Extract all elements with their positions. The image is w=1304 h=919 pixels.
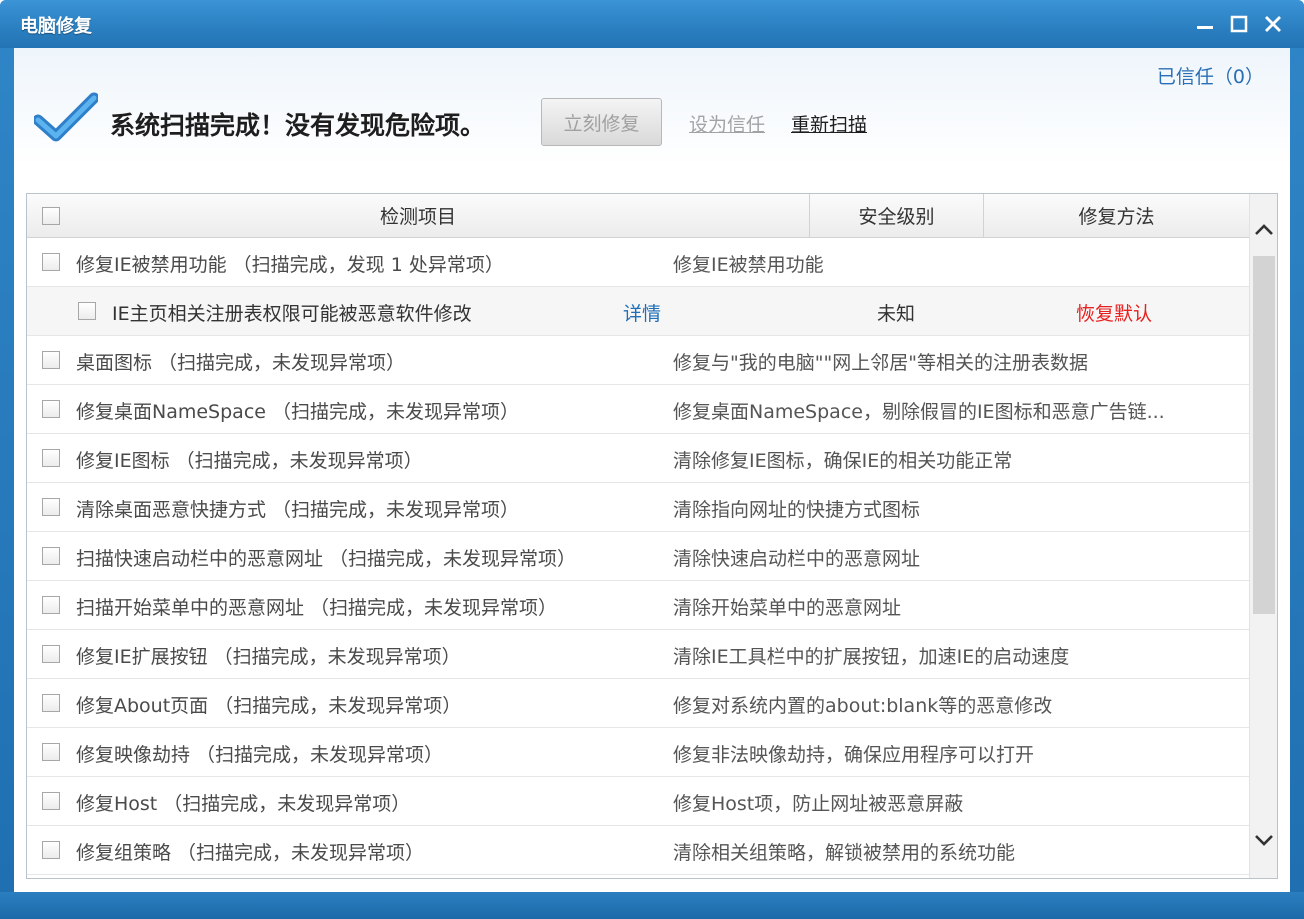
row-description: 修复Host项，防止网址被恶意屏蔽 xyxy=(673,793,964,815)
row-checkbox[interactable] xyxy=(42,694,60,712)
row-description: 清除相关组策略，解锁被禁用的系统功能 xyxy=(673,842,1016,864)
row-checkbox[interactable] xyxy=(42,841,60,859)
row-checkbox[interactable] xyxy=(42,449,60,467)
table-row[interactable]: 修复Host （扫描完成，未发现异常项） 修复Host项，防止网址被恶意屏蔽 xyxy=(27,777,1249,826)
table-row[interactable]: 修复桌面NameSpace （扫描完成，未发现异常项） 修复桌面NameSpac… xyxy=(27,385,1249,434)
row-description: 修复对系统内置的about:blank等的恶意修改 xyxy=(673,695,1053,717)
table-row[interactable]: 清除桌面恶意快捷方式 （扫描完成，未发现异常项） 清除指向网址的快捷方式图标 xyxy=(27,483,1249,532)
table-header: 检测项目 安全级别 修复方法 xyxy=(27,194,1249,238)
scroll-down-button[interactable] xyxy=(1250,826,1277,854)
chevron-down-icon xyxy=(1255,835,1273,846)
row-checkbox[interactable] xyxy=(42,547,60,565)
table-subrow[interactable]: IE主页相关注册表权限可能被恶意软件修改 详情 未知 恢复默认 xyxy=(27,287,1249,336)
vertical-scrollbar[interactable] xyxy=(1249,194,1277,878)
scroll-up-button[interactable] xyxy=(1250,216,1277,244)
row-description: 修复IE被禁用功能 xyxy=(673,254,824,276)
row-description: 清除修复IE图标，确保IE的相关功能正常 xyxy=(673,450,1013,472)
set-trust-link[interactable]: 设为信任 xyxy=(689,110,765,137)
row-name: 修复IE扩展按钮 （扫描完成，未发现异常项） xyxy=(76,646,461,668)
close-button[interactable] xyxy=(1256,8,1290,40)
row-checkbox[interactable] xyxy=(42,253,60,271)
table-body: 修复IE被禁用功能 （扫描完成，发现 1 处异常项） 修复IE被禁用功能 IE主… xyxy=(27,238,1249,875)
checkmark-icon xyxy=(32,92,100,148)
maximize-button[interactable] xyxy=(1222,8,1256,40)
column-header-item[interactable]: 检测项目 xyxy=(27,194,809,237)
column-header-fix[interactable]: 修复方法 xyxy=(983,194,1249,237)
row-name: 修复About页面 （扫描完成，未发现异常项） xyxy=(76,695,462,717)
row-checkbox[interactable] xyxy=(42,498,60,516)
scan-status-text: 系统扫描完成！没有发现危险项。 xyxy=(110,111,486,140)
subrow-checkbox[interactable] xyxy=(78,302,96,320)
app-window: 电脑修复 已信任（0） 系统扫描完成！没有发现危险项。 立刻修复 设为信任 重新… xyxy=(0,0,1304,919)
row-name: 修复IE被禁用功能 （扫描完成，发现 1 处异常项） xyxy=(76,254,504,276)
row-description: 清除指向网址的快捷方式图标 xyxy=(673,499,921,521)
row-description: 修复非法映像劫持，确保应用程序可以打开 xyxy=(673,744,1035,766)
table-row[interactable]: 扫描开始菜单中的恶意网址 （扫描完成，未发现异常项） 清除开始菜单中的恶意网址 xyxy=(27,581,1249,630)
row-checkbox[interactable] xyxy=(42,596,60,614)
row-checkbox[interactable] xyxy=(42,645,60,663)
rescan-link[interactable]: 重新扫描 xyxy=(791,110,867,137)
row-description: 修复与"我的电脑""网上邻居"等相关的注册表数据 xyxy=(673,352,1088,374)
main-panel: 已信任（0） 系统扫描完成！没有发现危险项。 立刻修复 设为信任 重新扫描 检测… xyxy=(14,48,1290,892)
row-name: 修复IE图标 （扫描完成，未发现异常项） xyxy=(76,450,423,472)
row-description: 清除快速启动栏中的恶意网址 xyxy=(673,548,921,570)
row-name: 扫描开始菜单中的恶意网址 （扫描完成，未发现异常项） xyxy=(76,597,558,619)
row-name: 清除桌面恶意快捷方式 （扫描完成，未发现异常项） xyxy=(76,499,520,521)
row-checkbox[interactable] xyxy=(42,743,60,761)
column-header-level[interactable]: 安全级别 xyxy=(809,194,983,237)
row-description: 修复桌面NameSpace，剔除假冒的IE图标和恶意广告链... xyxy=(673,401,1165,423)
restore-default-link[interactable]: 恢复默认 xyxy=(1076,299,1152,326)
row-description: 清除开始菜单中的恶意网址 xyxy=(673,597,902,619)
close-icon xyxy=(1265,16,1281,32)
row-checkbox[interactable] xyxy=(42,400,60,418)
row-checkbox[interactable] xyxy=(42,792,60,810)
window-bottom-border xyxy=(0,892,1304,919)
table-row[interactable]: 修复组策略 （扫描完成，未发现异常项） 清除相关组策略，解锁被禁用的系统功能 xyxy=(27,826,1249,875)
scrollbar-thumb[interactable] xyxy=(1253,256,1275,614)
scan-results-table: 检测项目 安全级别 修复方法 修复IE被禁用功能 （扫描完成，发现 1 处异常项… xyxy=(26,193,1278,879)
minimize-icon xyxy=(1197,26,1213,29)
table-row[interactable]: 修复IE扩展按钮 （扫描完成，未发现异常项） 清除IE工具栏中的扩展按钮，加速I… xyxy=(27,630,1249,679)
window-title: 电脑修复 xyxy=(20,16,92,37)
security-level: 未知 xyxy=(877,303,916,325)
row-name: 修复组策略 （扫描完成，未发现异常项） xyxy=(76,842,425,864)
row-name: 扫描快速启动栏中的恶意网址 （扫描完成，未发现异常项） xyxy=(76,548,577,570)
table-row[interactable]: 修复映像劫持 （扫描完成，未发现异常项） 修复非法映像劫持，确保应用程序可以打开 xyxy=(27,728,1249,777)
row-checkbox[interactable] xyxy=(42,351,60,369)
table-row[interactable]: 桌面图标 （扫描完成，未发现异常项） 修复与"我的电脑""网上邻居"等相关的注册… xyxy=(27,336,1249,385)
table-row[interactable]: 修复About页面 （扫描完成，未发现异常项） 修复对系统内置的about:bl… xyxy=(27,679,1249,728)
fix-now-button[interactable]: 立刻修复 xyxy=(541,98,662,146)
row-name: 修复映像劫持 （扫描完成，未发现异常项） xyxy=(76,744,444,766)
title-bar[interactable]: 电脑修复 xyxy=(0,0,1304,48)
subrow-name: IE主页相关注册表权限可能被恶意软件修改 xyxy=(112,303,472,325)
table-row[interactable]: 修复IE被禁用功能 （扫描完成，发现 1 处异常项） 修复IE被禁用功能 xyxy=(27,238,1249,287)
row-name: 桌面图标 （扫描完成，未发现异常项） xyxy=(76,352,406,374)
trusted-count-link[interactable]: 已信任（0） xyxy=(1157,62,1264,89)
maximize-icon xyxy=(1230,15,1248,33)
row-name: 修复Host （扫描完成，未发现异常项） xyxy=(76,793,411,815)
chevron-up-icon xyxy=(1255,224,1273,235)
row-description: 清除IE工具栏中的扩展按钮，加速IE的启动速度 xyxy=(673,646,1070,668)
table-row[interactable]: 扫描快速启动栏中的恶意网址 （扫描完成，未发现异常项） 清除快速启动栏中的恶意网… xyxy=(27,532,1249,581)
details-link[interactable]: 详情 xyxy=(623,299,661,326)
row-name: 修复桌面NameSpace （扫描完成，未发现异常项） xyxy=(76,401,519,423)
minimize-button[interactable] xyxy=(1188,8,1222,40)
table-row[interactable]: 修复IE图标 （扫描完成，未发现异常项） 清除修复IE图标，确保IE的相关功能正… xyxy=(27,434,1249,483)
